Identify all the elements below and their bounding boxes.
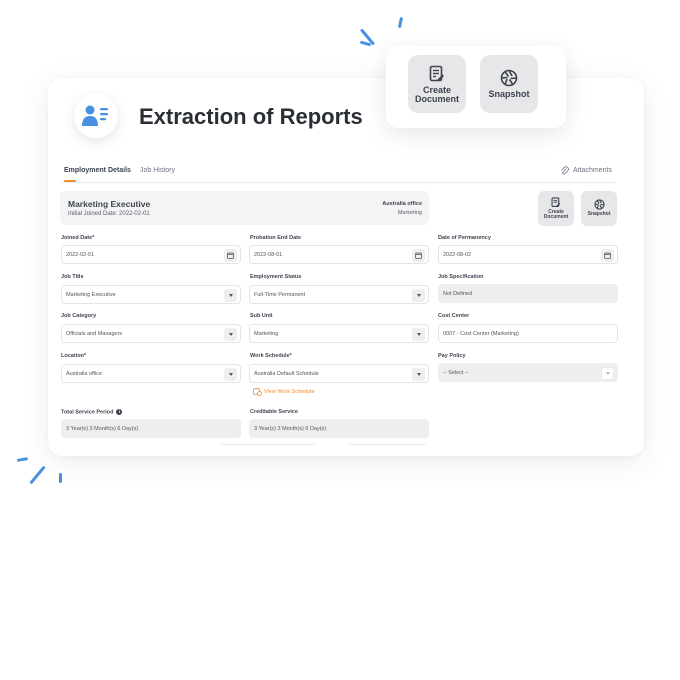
employment-status-label: Employment Status: [250, 274, 302, 280]
permanency-value: 2022-08-02: [443, 251, 472, 258]
document-edit-icon: [429, 65, 444, 81]
permanency-input[interactable]: 2022-08-02: [438, 245, 618, 264]
sub-unit-value: Marketing: [254, 330, 279, 337]
probation-end-label: Probation End Date: [250, 235, 302, 241]
dropdown-arrow-icon[interactable]: [412, 288, 425, 302]
location-value: Australia office: [66, 370, 102, 377]
divider-line: [220, 444, 315, 445]
calendar-icon[interactable]: [601, 248, 614, 262]
initial-joined-date: Initial Joined Date: 2022-02-01: [68, 211, 150, 217]
main-card: [48, 78, 644, 456]
create-document-label-small: Create Document: [543, 208, 569, 220]
creditable-service-value: 3 Year(s) 3 Month(s) 6 Day(s): [254, 425, 327, 432]
create-document-button-small[interactable]: Create Document: [538, 191, 574, 226]
dropdown-arrow-icon[interactable]: [224, 327, 237, 341]
spark-decoration: [16, 457, 29, 462]
employment-location: Australia office: [382, 201, 422, 207]
user-profile-icon: [82, 105, 108, 126]
sub-unit-select[interactable]: Marketing: [249, 324, 429, 343]
camera-aperture-icon: [593, 199, 605, 210]
spark-decoration: [29, 465, 46, 485]
work-schedule-select[interactable]: Australia Default Schedule: [249, 364, 429, 383]
employment-status-value: Full-Time Permanent: [254, 291, 306, 298]
dropdown-arrow-icon[interactable]: [224, 288, 237, 302]
total-service-label-text: Total Service Period: [61, 409, 114, 416]
dropdown-arrow-icon[interactable]: [412, 367, 425, 381]
employment-status-select[interactable]: Full-Time Permanent: [249, 285, 429, 304]
snapshot-label: Snapshot: [488, 89, 530, 99]
probation-end-input[interactable]: 2022-08-01: [249, 245, 429, 264]
pay-policy-value: -- Select --: [443, 369, 469, 376]
schedule-icon: [253, 388, 262, 396]
job-title-label: Job Title: [61, 274, 84, 280]
dropdown-arrow-icon[interactable]: [224, 367, 237, 381]
paperclip-icon: [561, 166, 569, 175]
pay-policy-select[interactable]: -- Select --: [438, 363, 618, 382]
page-title: Extraction of Reports: [139, 104, 363, 129]
work-schedule-label: Work Schedule*: [250, 353, 292, 359]
view-work-schedule-link[interactable]: View Work Schedule: [253, 388, 315, 396]
tab-job-history[interactable]: Job History: [140, 167, 175, 174]
tab-employment-details[interactable]: Employment Details: [64, 167, 131, 174]
job-spec-field: Not Defined: [438, 284, 618, 303]
document-edit-icon: [551, 196, 561, 207]
camera-aperture-icon: [500, 69, 518, 87]
probation-end-value: 2022-08-01: [254, 251, 283, 258]
total-service-value: 3 Year(s) 3 Month(s) 6 Day(s): [66, 425, 139, 432]
job-spec-label: Job Specification: [438, 274, 484, 280]
joined-date-value: 2022-02-01: [66, 251, 95, 258]
attachments-label: Attachments: [573, 167, 612, 174]
job-category-value: Officials and Managers: [66, 330, 123, 337]
cost-center-label: Cost Center: [438, 313, 470, 319]
view-work-schedule-label: View Work Schedule: [264, 389, 315, 395]
calendar-icon[interactable]: [224, 248, 237, 262]
creditable-service-label: Creditable Service: [250, 409, 298, 415]
attachments-link[interactable]: Attachments: [560, 166, 612, 175]
job-category-label: Job Category: [61, 313, 97, 319]
location-select[interactable]: Australia office: [61, 364, 241, 383]
create-document-label: Create Document: [414, 84, 459, 104]
joined-date-input[interactable]: 2022-02-01: [61, 245, 241, 264]
job-title-select[interactable]: Marketing Executive: [61, 285, 241, 304]
work-schedule-value: Australia Default Schedule: [254, 370, 319, 377]
sub-unit-label: Sub Unit: [250, 313, 273, 319]
spark-decoration: [397, 16, 404, 29]
creditable-service-field: 3 Year(s) 3 Month(s) 6 Day(s): [249, 419, 429, 438]
dropdown-arrow-icon[interactable]: [601, 366, 614, 380]
job-spec-value: Not Defined: [443, 290, 473, 297]
cost-center-value: 0007 - Cost Center (Marketing): [443, 330, 519, 337]
cost-center-input[interactable]: 0007 - Cost Center (Marketing): [438, 324, 618, 343]
permanency-label: Date of Permanency: [438, 235, 491, 241]
job-title-value: Marketing Executive: [66, 291, 116, 298]
divider-line: [348, 444, 426, 445]
total-service-label: Total Service Period i: [61, 409, 123, 416]
tab-divider: [60, 182, 616, 183]
location-label: Location*: [61, 353, 87, 359]
total-service-field: 3 Year(s) 3 Month(s) 6 Day(s): [61, 419, 241, 438]
job-category-select[interactable]: Officials and Managers: [61, 324, 241, 343]
pay-policy-label: Pay Policy: [438, 353, 466, 359]
create-document-button[interactable]: Create Document: [408, 55, 466, 113]
employment-job-title: Marketing Executive: [68, 199, 151, 209]
floating-actions-card: Create Document Snapshot: [386, 46, 566, 128]
employment-summary-card: Marketing Executive Initial Joined Date:…: [60, 191, 429, 225]
employment-department: Marketing: [397, 210, 422, 216]
snapshot-button[interactable]: Snapshot: [480, 55, 538, 113]
joined-date-label: Joined Date*: [61, 235, 95, 241]
dropdown-arrow-icon[interactable]: [412, 327, 425, 341]
snapshot-button-small[interactable]: Snapshot: [581, 191, 617, 226]
spark-decoration: [59, 473, 62, 483]
snapshot-label-small: Snapshot: [587, 211, 611, 218]
calendar-icon[interactable]: [412, 248, 425, 262]
header-icon-badge: [74, 94, 118, 138]
info-icon[interactable]: i: [116, 409, 123, 415]
